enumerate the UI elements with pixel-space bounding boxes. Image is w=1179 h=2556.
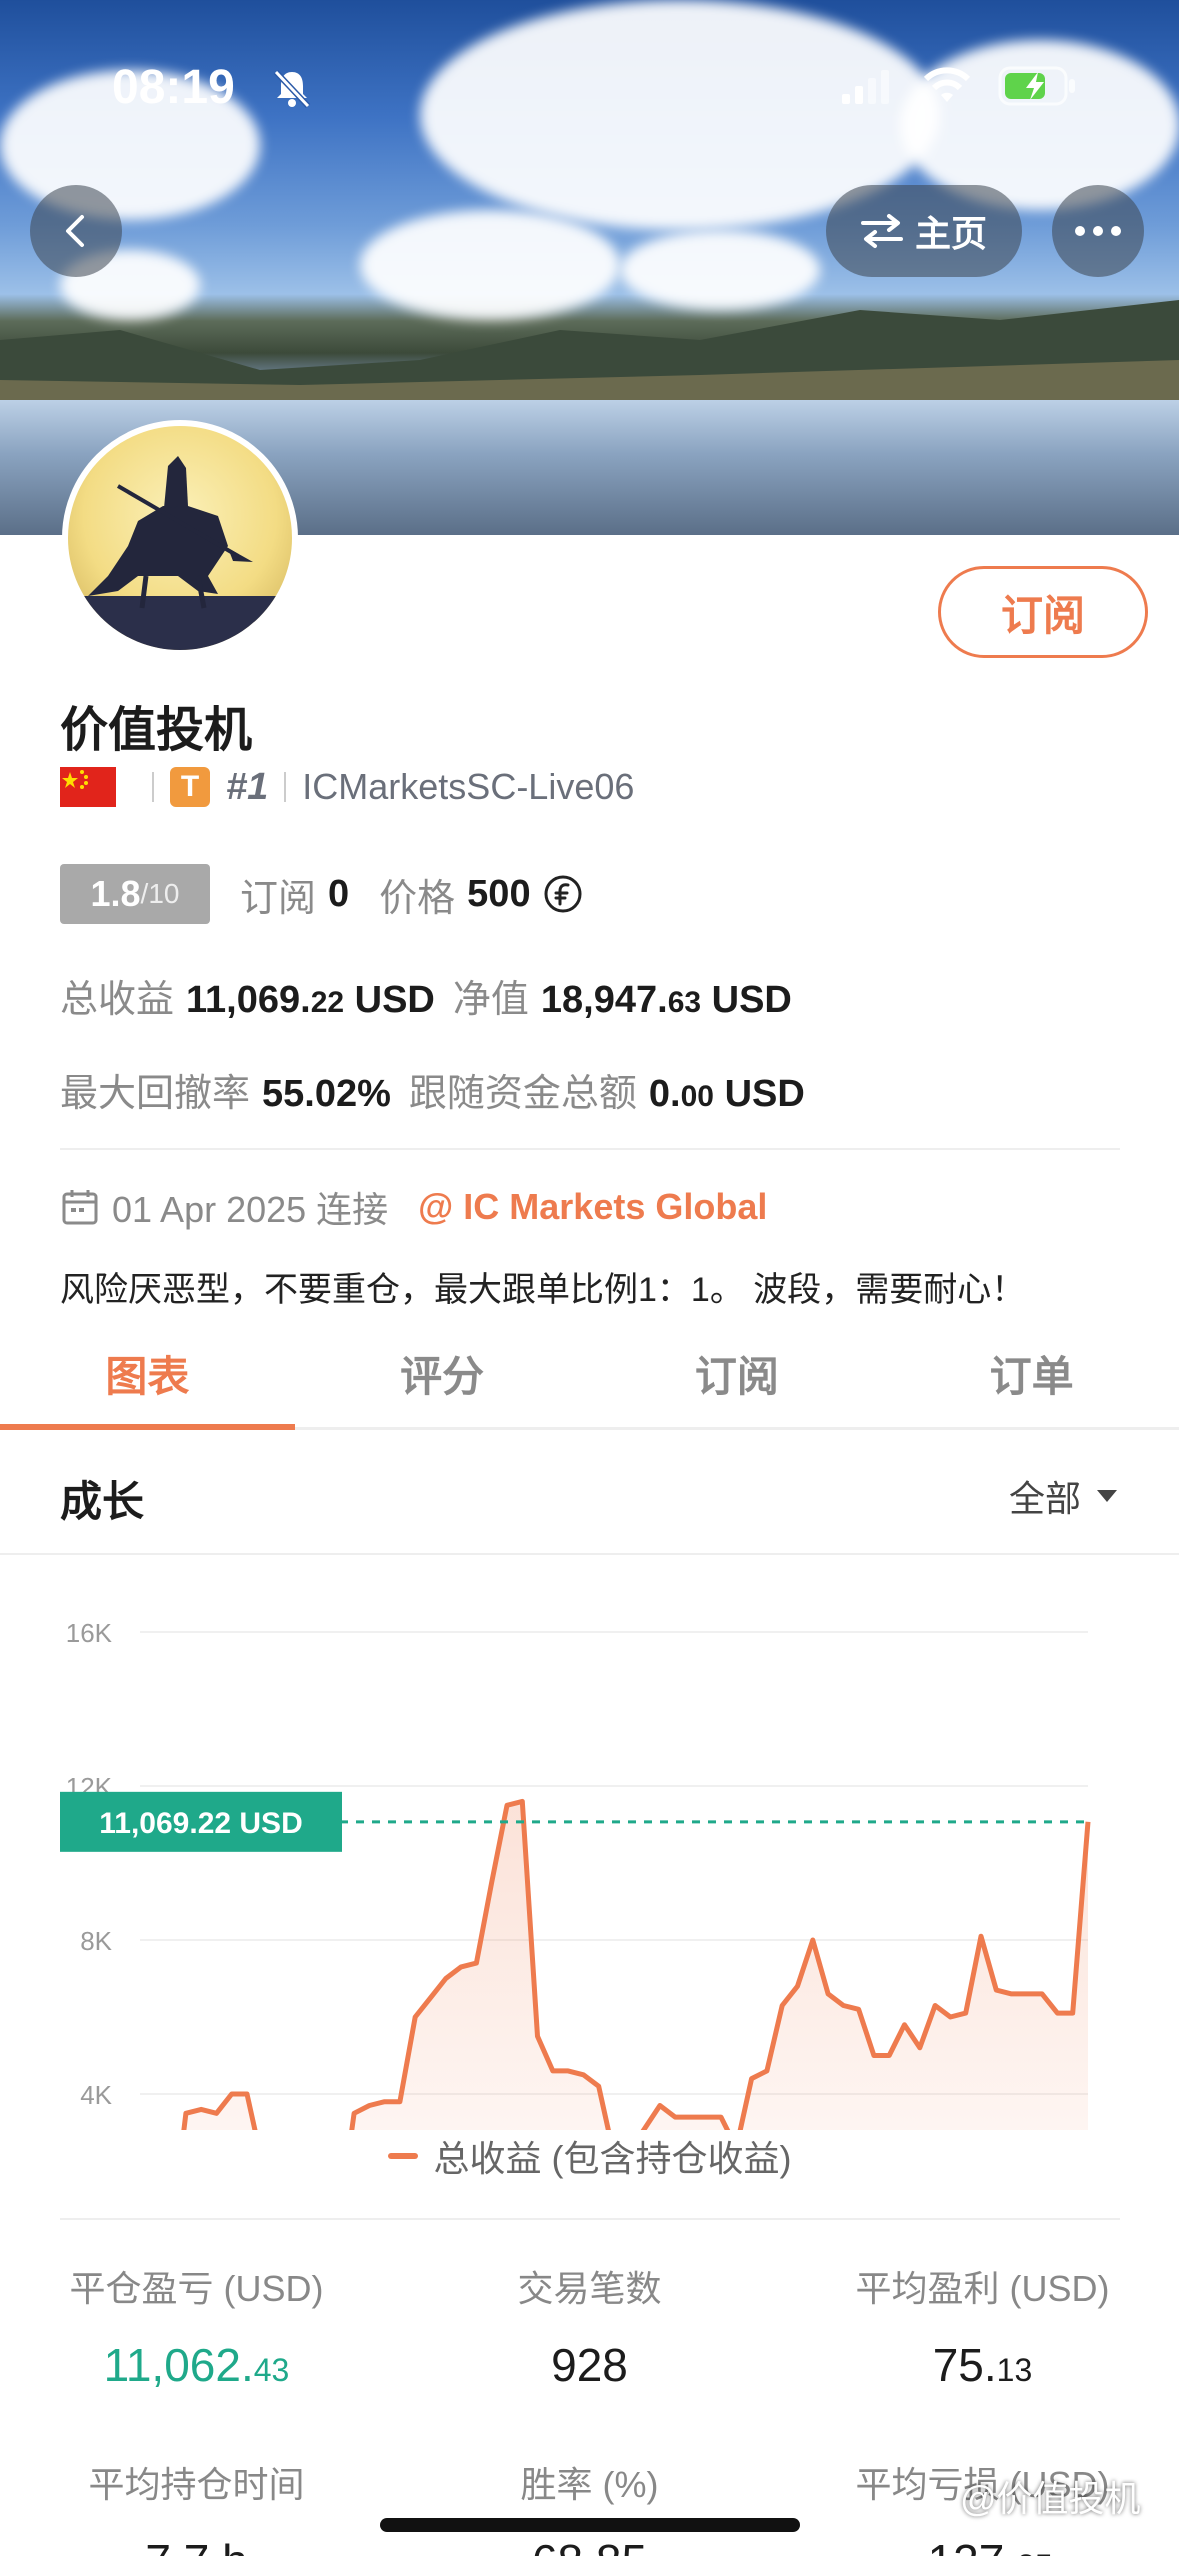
section-title: 成长: [60, 1478, 145, 1525]
coin-icon: [544, 875, 582, 913]
legend-label: 总收益 (包含持仓收益): [433, 2138, 792, 2179]
price-value: 500: [467, 872, 531, 915]
connect-date: 01 Apr 2025 连接: [112, 1189, 389, 1230]
tab-orders[interactable]: 订单: [884, 1320, 1179, 1427]
legend-swatch: [387, 2153, 418, 2159]
tier-badge: T: [170, 767, 210, 807]
follow-value: 0.00 USD: [648, 1073, 805, 1115]
profile-meta-row: T #1 ICMarketsSC-Live06: [60, 762, 634, 812]
battery-charging-icon: [998, 66, 1075, 106]
profit-equity-row: 总收益 11,069.22 USD 净值 18,947.63 USD: [60, 968, 810, 1023]
drawdown-row: 最大回撤率 55.02% 跟随资金总额 0.00 USD: [60, 1062, 823, 1117]
equity-label: 净值: [452, 979, 529, 1021]
server-label: ICMarketsSC-Live06: [302, 766, 635, 807]
follow-label: 跟随资金总额: [408, 1073, 637, 1115]
divider: [60, 1148, 1120, 1150]
tab-rating[interactable]: 评分: [295, 1320, 590, 1427]
broker-link[interactable]: @ IC Markets Global: [418, 1186, 767, 1228]
home-label: 主页: [914, 213, 987, 254]
current-value-label: 11,069.22 USD: [99, 1807, 302, 1840]
divider: [60, 2218, 1120, 2220]
y-tick-label: 8K: [80, 1926, 112, 1956]
avatar[interactable]: [62, 420, 298, 656]
metric-win-rate: 胜率 (%) 68.85: [520, 2464, 659, 2556]
divider: [152, 772, 154, 802]
total-profit-value: 11,069.22 USD: [186, 979, 435, 1021]
subs-label: 订阅: [240, 877, 317, 920]
more-button[interactable]: [1052, 185, 1144, 277]
total-profit-label: 总收益: [60, 979, 175, 1021]
more-dots-icon: [1075, 226, 1121, 236]
drawdown-label: 最大回撤率: [60, 1073, 251, 1115]
y-tick-label: 16K: [66, 1618, 113, 1648]
tab-chart[interactable]: 图表: [0, 1320, 295, 1430]
y-tick-label: 4K: [80, 2080, 112, 2110]
tab-subscriptions[interactable]: 订阅: [590, 1320, 885, 1427]
home-indicator[interactable]: [380, 2518, 800, 2532]
profile-bio: 风险厌恶型，不要重仓，最大跟单比例1：1。 波段，需要耐心！: [60, 1271, 1026, 1309]
subs-value: 0: [328, 872, 350, 915]
metric-closed-pnl: 平仓盈亏 (USD) 11,062.43: [69, 2268, 324, 2391]
calendar-icon: [62, 1190, 98, 1225]
growth-section-header: 成长 全部: [0, 1430, 1179, 1555]
profile-name: 价值投机: [60, 704, 253, 757]
swap-arrows-icon: [860, 214, 903, 248]
metric-avg-hold-time: 平均持仓时间 7.7 h: [88, 2464, 305, 2556]
tab-bar: 图表 评分 订阅 订单: [0, 1320, 1179, 1430]
equity-value: 18,947.63 USD: [540, 979, 792, 1021]
status-time: 08:19: [112, 61, 235, 114]
price-label: 价格: [379, 877, 456, 920]
back-button[interactable]: [30, 185, 122, 277]
chart-legend: 总收益 (包含持仓收益): [0, 2130, 1179, 2182]
period-filter-dropdown[interactable]: 全部: [1009, 1470, 1119, 1522]
caret-down-icon: [1097, 1490, 1117, 1502]
wifi-icon: [923, 67, 971, 102]
divider: [284, 772, 287, 802]
score-row: 1.8/10 订阅 0 价格 500: [60, 864, 583, 924]
chevron-left-icon: [66, 215, 84, 247]
drawdown-value: 55.02%: [262, 1073, 391, 1115]
subscribe-button[interactable]: 订阅: [938, 566, 1148, 658]
rank-label: #1: [226, 765, 269, 808]
china-flag-icon: [60, 767, 116, 807]
home-switch-button[interactable]: 主页: [826, 185, 1022, 277]
score-value: 1.8: [90, 873, 141, 914]
knight-silhouette-icon: [68, 456, 292, 650]
metric-trade-count: 交易笔数 928: [517, 2268, 662, 2391]
connection-row: 01 Apr 2025 连接 @ IC Markets Global: [60, 1182, 767, 1232]
score-badge: 1.8/10: [60, 864, 210, 924]
metric-avg-profit: 平均盈利 (USD) 75.13: [855, 2268, 1110, 2391]
filter-label: 全部: [1008, 1478, 1081, 1519]
signal-icon: [842, 70, 889, 104]
status-bar: 08:19: [0, 60, 1179, 114]
watermark: @价值投机: [960, 2478, 1141, 2519]
score-max: /10: [140, 878, 180, 909]
growth-chart[interactable]: 16K12K8K4K001 Apr14 Apr29 Apr12 May 11,0…: [0, 1570, 1179, 2130]
bell-muted-icon: [273, 69, 311, 109]
